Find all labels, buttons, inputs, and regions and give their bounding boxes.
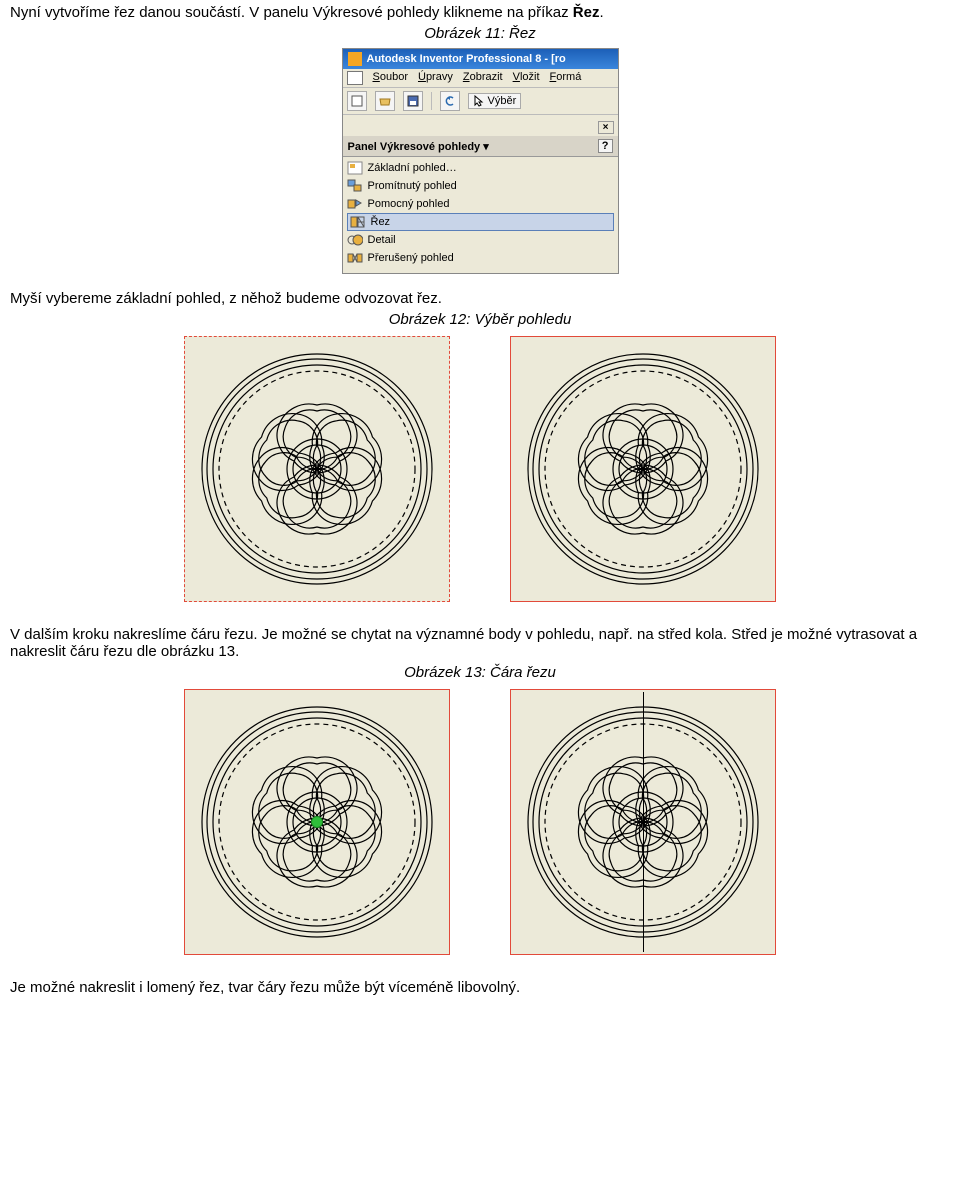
inventor-title-text: Autodesk Inventor Professional 8 - [ro bbox=[367, 53, 566, 65]
panel-title-text: Panel Výkresové pohledy ▾ bbox=[348, 140, 489, 153]
projected-view-icon bbox=[347, 179, 363, 193]
wheel-drawing-icon bbox=[523, 349, 763, 589]
figure-11-caption: Obrázek 11: Řez bbox=[10, 25, 950, 42]
toolbar-open-button[interactable] bbox=[375, 91, 395, 111]
panel-item-promitnuty[interactable]: Promítnutý pohled bbox=[347, 177, 614, 195]
menu-file[interactable]: Soubor bbox=[373, 71, 408, 85]
undo-icon bbox=[444, 95, 456, 107]
save-disk-icon bbox=[407, 95, 419, 107]
toolbar-select-label: Výběr bbox=[488, 95, 517, 107]
panel-item-detail[interactable]: Detail bbox=[347, 231, 614, 249]
panel-item-pomocny[interactable]: Pomocný pohled bbox=[347, 195, 614, 213]
base-view-icon bbox=[347, 161, 363, 175]
panel-item-pomocny-label: Pomocný pohled bbox=[368, 198, 450, 210]
p1-text-c: . bbox=[599, 4, 603, 21]
p1-text-bold: Řez bbox=[573, 4, 600, 21]
menu-view[interactable]: Zobrazit bbox=[463, 71, 503, 85]
menu-insert[interactable]: Vložit bbox=[513, 71, 540, 85]
inventor-window: Autodesk Inventor Professional 8 - [ro S… bbox=[342, 48, 619, 274]
center-snap-point-icon bbox=[311, 816, 323, 828]
panel-item-zakladni[interactable]: Základní pohled… bbox=[347, 159, 614, 177]
figure-12-wheel-right bbox=[510, 336, 776, 602]
inventor-titlebar: Autodesk Inventor Professional 8 - [ro bbox=[343, 49, 618, 69]
wheel-drawing-icon bbox=[197, 349, 437, 589]
figure-12-wheel-left bbox=[184, 336, 450, 602]
panel-body: Základní pohled… Promítnutý pohled Pomoc… bbox=[343, 157, 618, 273]
panel-item-rez-label: Řez bbox=[371, 216, 391, 228]
panel-item-zakladni-label: Základní pohled… bbox=[368, 162, 457, 174]
panel-item-preruseny-label: Přerušený pohled bbox=[368, 252, 454, 264]
panel-item-detail-label: Detail bbox=[368, 234, 396, 246]
toolbar-separator bbox=[431, 92, 432, 110]
cursor-icon bbox=[473, 95, 485, 107]
panel-title[interactable]: Panel Výkresové pohledy ▾ ? bbox=[343, 136, 618, 157]
section-view-icon bbox=[350, 215, 366, 229]
open-folder-icon bbox=[379, 95, 391, 107]
paragraph-3: V dalším kroku nakreslíme čáru řezu. Je … bbox=[10, 626, 950, 660]
menu-window-icon bbox=[347, 71, 363, 85]
paragraph-4: Je možné nakreslit i lomený řez, tvar čá… bbox=[10, 979, 950, 996]
toolbar-select-tool[interactable]: Výběr bbox=[468, 93, 522, 109]
toolbar-save-button[interactable] bbox=[403, 91, 423, 111]
panel-item-rez[interactable]: Řez bbox=[347, 213, 614, 231]
paragraph-2: Myší vybereme základní pohled, z něhož b… bbox=[10, 290, 950, 307]
paragraph-1: Nyní vytvoříme řez danou součástí. V pan… bbox=[10, 4, 950, 21]
inventor-toolbar: Výběr bbox=[343, 88, 618, 115]
panel-item-promitnuty-label: Promítnutý pohled bbox=[368, 180, 457, 192]
figure-13-caption: Obrázek 13: Čára řezu bbox=[10, 664, 950, 681]
menu-edit[interactable]: Úpravy bbox=[418, 71, 453, 85]
detail-view-icon bbox=[347, 233, 363, 247]
panel-item-preruseny[interactable]: Přerušený pohled bbox=[347, 249, 614, 267]
toolbar-new-button[interactable] bbox=[347, 91, 367, 111]
inventor-menubar: Soubor Úpravy Zobrazit Vložit Formá bbox=[343, 69, 618, 88]
section-cut-line bbox=[643, 692, 644, 952]
figure-12-caption: Obrázek 12: Výběr pohledu bbox=[10, 311, 950, 328]
figure-13-row bbox=[10, 689, 950, 955]
figure-13-wheel-left bbox=[184, 689, 450, 955]
figure-13-wheel-right bbox=[510, 689, 776, 955]
figure-12-row bbox=[10, 336, 950, 602]
broken-view-icon bbox=[347, 251, 363, 265]
panel-close-button[interactable]: × bbox=[598, 121, 614, 134]
panel-help-icon[interactable]: ? bbox=[598, 139, 613, 153]
p1-text-a: Nyní vytvoříme řez danou součástí. V pan… bbox=[10, 4, 573, 21]
menu-format[interactable]: Formá bbox=[550, 71, 582, 85]
aux-view-icon bbox=[347, 197, 363, 211]
toolbar-undo-button[interactable] bbox=[440, 91, 460, 111]
new-file-icon bbox=[351, 95, 363, 107]
inventor-app-icon bbox=[348, 52, 362, 66]
